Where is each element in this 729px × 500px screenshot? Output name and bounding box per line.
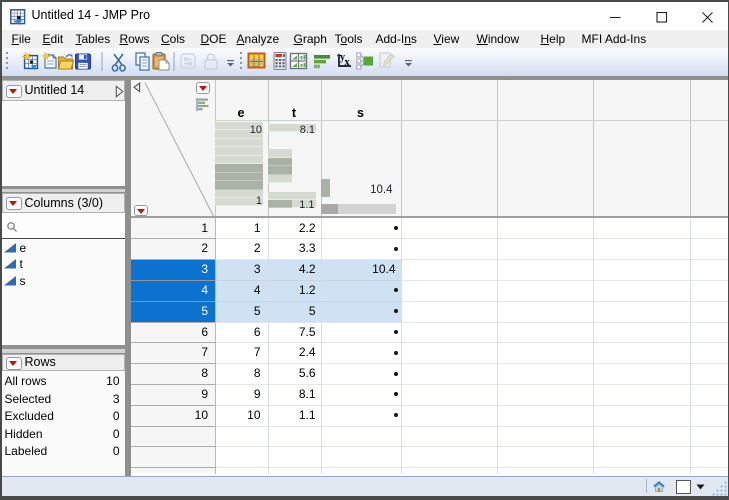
svg-text:x: x bbox=[344, 57, 349, 68]
